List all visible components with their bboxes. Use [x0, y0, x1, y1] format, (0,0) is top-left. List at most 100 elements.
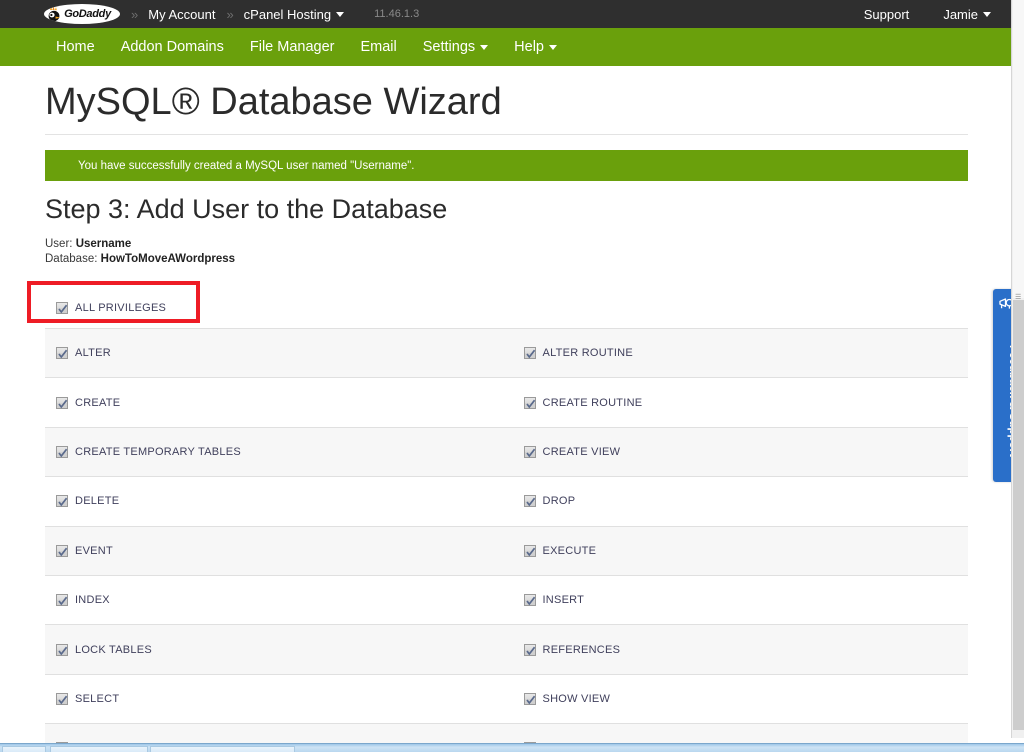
privilege-row: INDEX INSERT [45, 576, 969, 626]
privilege-cell-delete[interactable]: DELETE [45, 477, 507, 525]
checkbox-event[interactable] [56, 544, 68, 557]
topbar-link-my-account[interactable]: My Account [148, 7, 215, 22]
meta-user-value: Username [75, 238, 132, 250]
privilege-cell-all-privileges[interactable]: ALL PRIVILEGES [45, 301, 507, 314]
privilege-cell-create-routine[interactable]: CREATE ROUTINE [507, 378, 969, 426]
taskbar-window-button-2[interactable] [150, 746, 295, 752]
scrollbar-track-upper[interactable] [1013, 0, 1024, 298]
privilege-cell-lock-tables[interactable]: LOCK TABLES [45, 625, 507, 673]
checkmark-icon [58, 304, 68, 313]
checkbox-insert[interactable] [523, 594, 536, 607]
privilege-row: CREATE CREATE ROUTINE [45, 378, 969, 428]
privilege-cell-insert[interactable]: INSERT [507, 576, 969, 624]
scrollbar-thumb[interactable] [1013, 300, 1024, 730]
nav-item-home[interactable]: Home [56, 39, 95, 55]
privilege-label-create-view: CREATE VIEW [542, 445, 621, 458]
checkbox-create-temporary-tables[interactable] [56, 445, 68, 458]
taskbar-start-button[interactable] [2, 746, 46, 752]
checkbox-show-view[interactable] [523, 692, 536, 705]
page-title: MySQL® Database Wizard [45, 81, 502, 123]
checkbox-create-routine[interactable] [523, 396, 536, 409]
account-topbar: GoDaddy » My Account » cPanel Hosting 11… [0, 0, 1011, 28]
privilege-row: EVENT EXECUTE [45, 526, 969, 576]
checkbox-references[interactable] [523, 643, 536, 656]
checkbox-all-privileges[interactable] [56, 301, 68, 314]
topbar-dropdown-cpanel-hosting[interactable]: cPanel Hosting [244, 7, 345, 22]
privilege-label-select: SELECT [75, 692, 120, 705]
chevron-down-icon [336, 11, 345, 17]
checkmark-icon [58, 498, 68, 507]
breadcrumb-separator-1: » [131, 6, 138, 22]
vertical-scrollbar[interactable]: ☰ [1011, 0, 1024, 738]
privilege-label-alter: ALTER [75, 347, 111, 360]
privilege-label-references: REFERENCES [542, 643, 621, 656]
checkmark-icon [525, 547, 535, 557]
privilege-cell-select[interactable]: SELECT [45, 675, 507, 723]
checkbox-create-view[interactable] [523, 445, 536, 458]
user-name-label: Jamie [943, 6, 978, 22]
checkmark-icon [525, 596, 535, 606]
topbar-dropdown-user[interactable]: Jamie [943, 7, 991, 22]
checkmark-icon [525, 695, 535, 705]
checkmark-icon [58, 399, 68, 408]
checkbox-index[interactable] [56, 594, 68, 607]
privilege-cell-create-temporary-tables[interactable]: CREATE TEMPORARY TABLES [45, 428, 507, 476]
privilege-cell-references[interactable]: REFERENCES [507, 625, 969, 673]
topbar-link-support[interactable]: Support [864, 7, 910, 22]
nav-item-label: Settings [422, 39, 476, 55]
checkbox-alter[interactable] [56, 347, 68, 360]
privilege-cell-drop[interactable]: DROP [507, 477, 969, 525]
nav-item-label: File Manager [249, 39, 335, 55]
nav-item-file-manager[interactable]: File Manager [250, 39, 335, 55]
taskbar-window-button-1[interactable] [50, 746, 148, 752]
checkmark-icon [525, 399, 535, 408]
checkbox-create[interactable] [56, 396, 68, 409]
privilege-label-create-routine: CREATE ROUTINE [542, 396, 643, 409]
checkmark-icon [525, 498, 535, 507]
checkbox-lock-tables[interactable] [56, 643, 68, 656]
checkbox-drop[interactable] [523, 495, 536, 508]
privilege-cell-alter-routine[interactable]: ALTER ROUTINE [507, 329, 969, 377]
checkmark-icon [58, 596, 68, 606]
privilege-row: SELECT SHOW VIEW [45, 675, 969, 725]
success-banner: You have successfully created a MySQL us… [45, 150, 968, 181]
privilege-label-drop: DROP [542, 495, 576, 508]
nav-item-email[interactable]: Email [360, 39, 396, 55]
chevron-down-icon [480, 44, 489, 50]
checkbox-alter-routine[interactable] [523, 347, 536, 360]
privilege-cell-create[interactable]: CREATE [45, 378, 507, 426]
privilege-cell-alter[interactable]: ALTER [45, 329, 507, 377]
checkbox-execute[interactable] [523, 544, 536, 557]
nav-item-addon-domains[interactable]: Addon Domains [121, 39, 224, 55]
godaddy-logo[interactable]: GoDaddy [44, 4, 120, 24]
privilege-label-execute: EXECUTE [542, 544, 597, 557]
checkbox-delete[interactable] [56, 495, 68, 508]
topbar-right-group: Support Jamie [830, 7, 991, 22]
privilege-cell-create-view[interactable]: CREATE VIEW [507, 428, 969, 476]
chevron-down-icon [983, 11, 991, 17]
checkbox-select[interactable] [56, 692, 68, 705]
checkmark-icon [525, 448, 535, 458]
privilege-row: CREATE TEMPORARY TABLES CREATE VIEW [45, 427, 969, 478]
meta-database-label: Database: [45, 253, 98, 265]
checkmark-icon [58, 349, 68, 359]
privilege-cell-index[interactable]: INDEX [45, 576, 507, 624]
checkmark-icon [525, 349, 535, 359]
privilege-cell-execute[interactable]: EXECUTE [507, 527, 969, 575]
page-content: MySQL® Database Wizard You have successf… [0, 66, 1011, 752]
nav-item-help[interactable]: Help [514, 39, 557, 55]
privilege-cell-show-view[interactable]: SHOW VIEW [507, 675, 969, 723]
nav-item-label: Addon Domains [120, 39, 224, 55]
privilege-row: LOCK TABLES REFERENCES [45, 625, 969, 675]
meta-database-value: HowToMoveAWordpress [100, 253, 236, 265]
chevron-down-icon [548, 44, 557, 50]
privilege-row: DELETE DROP [45, 477, 969, 527]
main-navigation-bar: Home Addon Domains File Manager Email Settin… [0, 28, 1011, 66]
nav-item-label: Home [56, 39, 95, 55]
wizard-meta-info: User: Username Database: HowToMoveAWordp… [45, 237, 235, 267]
privilege-label-alter-routine: ALTER ROUTINE [542, 347, 633, 360]
privilege-cell-event[interactable]: EVENT [45, 527, 507, 575]
nav-item-label: Email [360, 39, 397, 55]
privilege-row-all[interactable]: ALL PRIVILEGES [45, 287, 968, 329]
nav-item-settings[interactable]: Settings [422, 39, 489, 55]
